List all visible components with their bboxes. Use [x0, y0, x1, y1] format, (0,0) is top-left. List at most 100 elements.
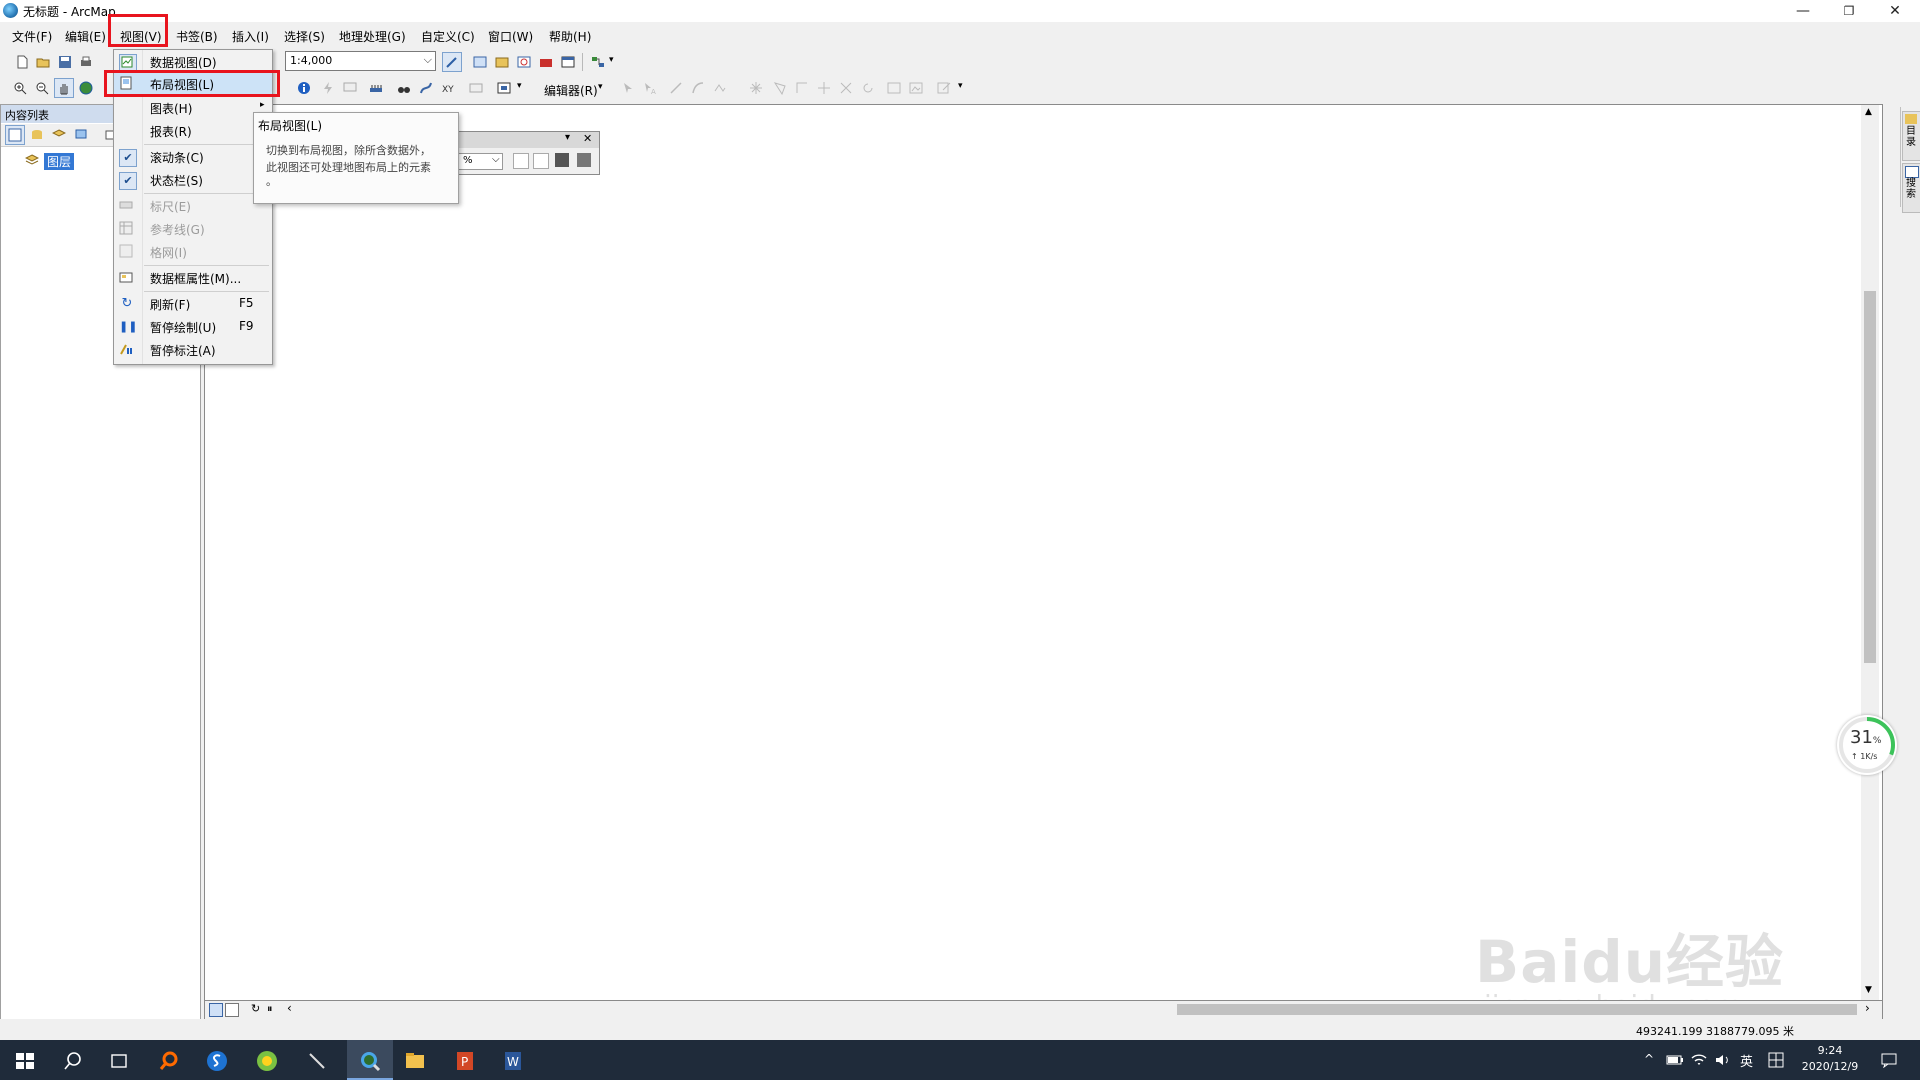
restore-button[interactable]: ❐	[1826, 0, 1872, 22]
measure-tool[interactable]	[366, 78, 386, 98]
python-window-button[interactable]	[558, 52, 578, 72]
list-by-selection-button[interactable]	[71, 125, 91, 145]
close-button[interactable]: ✕	[1872, 0, 1918, 22]
end-point-arc-tool[interactable]	[688, 78, 708, 98]
ime-indicator[interactable]: 英	[1740, 1051, 1753, 1070]
new-document-button[interactable]	[12, 52, 32, 72]
menu-item-refresh[interactable]: ↻ 刷新(F) F5	[114, 293, 272, 315]
create-features-button[interactable]	[934, 78, 954, 98]
network-speed-widget[interactable]: 31% ↑ 1K/s	[1837, 715, 1897, 775]
map-display[interactable]: ▲ ▼ 31% ↑ 1K/s Baidu经验 jingyan.baidu.com	[204, 104, 1897, 1022]
map-scale-combobox[interactable]: 1:4,000 ⌵	[285, 51, 436, 71]
reshape-tool[interactable]	[792, 78, 812, 98]
straight-segment-tool[interactable]	[666, 78, 686, 98]
wifi-icon[interactable]	[1690, 1052, 1708, 1068]
sketch-properties-button[interactable]	[906, 78, 926, 98]
menu-selection[interactable]: 选择(S)	[284, 28, 325, 45]
arctoolbox-button[interactable]	[536, 52, 556, 72]
editor-dropdown-arrow[interactable]: ▾	[598, 82, 603, 92]
toggle-draft-mode-button[interactable]	[555, 153, 569, 167]
menu-item-pause-labeling[interactable]: 暂停标注(A)	[114, 339, 272, 361]
menu-customize[interactable]: 自定义(C)	[421, 28, 475, 45]
close-icon[interactable]: ✕	[583, 132, 592, 145]
editor-toolbar-button[interactable]	[442, 52, 462, 72]
search-app-icon[interactable]	[158, 1050, 180, 1072]
menu-item-status-bar[interactable]: ✔ 状态栏(S)	[114, 169, 272, 191]
menu-help[interactable]: 帮助(H)	[549, 28, 591, 45]
menu-insert[interactable]: 插入(I)	[232, 28, 269, 45]
create-viewer-window-button[interactable]	[494, 78, 514, 98]
scroll-right-arrow[interactable]: ›	[1865, 1001, 1870, 1015]
menu-file[interactable]: 文件(F)	[12, 28, 52, 45]
point-tool[interactable]	[746, 78, 766, 98]
menu-edit[interactable]: 编辑(E)	[65, 28, 106, 45]
scroll-left-arrow[interactable]: ‹	[287, 1001, 292, 1015]
print-button[interactable]	[76, 52, 96, 72]
vertical-scroll-thumb[interactable]	[1864, 291, 1876, 663]
find-route-tool[interactable]	[416, 78, 436, 98]
toolbar-options-arrow[interactable]: ▾	[609, 55, 614, 65]
vertical-scrollbar[interactable]: ▲ ▼	[1861, 105, 1879, 1001]
menu-bookmarks[interactable]: 书签(B)	[176, 28, 218, 45]
menu-item-reports[interactable]: 报表(R) ▸	[114, 120, 272, 142]
change-layout-button[interactable]	[577, 153, 591, 167]
menu-item-grid[interactable]: 格网(I)	[114, 241, 272, 263]
save-button[interactable]	[55, 52, 75, 72]
data-view-toggle-button[interactable]	[209, 1003, 223, 1017]
identify-tool[interactable]	[294, 78, 314, 98]
list-by-drawing-order-button[interactable]	[5, 125, 25, 145]
ime-mode-grid-icon[interactable]	[1768, 1052, 1784, 1068]
edit-annotation-tool[interactable]: A	[640, 78, 660, 98]
editor-menu[interactable]: 编辑器(R)	[544, 82, 598, 99]
layers-data-frame[interactable]: 图层	[44, 153, 75, 170]
full-extent-button[interactable]	[76, 78, 96, 98]
menu-item-rulers[interactable]: 标尺(E)	[114, 195, 272, 217]
attributes-button[interactable]	[884, 78, 904, 98]
edit-vertices-tool[interactable]	[770, 78, 790, 98]
file-explorer-icon[interactable]	[404, 1050, 426, 1072]
chevron-down-icon[interactable]: ▾	[565, 132, 570, 143]
go-to-xy-tool[interactable]: XY	[438, 78, 458, 98]
scroll-up-arrow[interactable]: ▲	[1865, 107, 1872, 117]
menu-windows[interactable]: 窗口(W)	[488, 28, 533, 45]
refresh-icon[interactable]: ↻	[251, 1002, 260, 1015]
cut-polygons-tool[interactable]	[814, 78, 834, 98]
search-dock-tab[interactable]: 搜索	[1902, 163, 1920, 213]
zoom-out-tool[interactable]	[32, 78, 52, 98]
menu-item-scrollbars[interactable]: ✔ 滚动条(C)	[114, 146, 272, 168]
edit-tool[interactable]	[618, 78, 638, 98]
split-tool[interactable]	[836, 78, 856, 98]
task-view-icon[interactable]	[108, 1050, 130, 1072]
pan-tool[interactable]	[54, 78, 74, 98]
browser-app-icon[interactable]	[256, 1050, 278, 1072]
toolbar-options-arrow[interactable]: ▾	[958, 81, 963, 91]
table-of-contents-button[interactable]	[470, 52, 490, 72]
word-icon[interactable]: W	[502, 1050, 524, 1072]
minimize-button[interactable]: —	[1780, 0, 1826, 22]
scroll-down-arrow[interactable]: ▼	[1865, 985, 1872, 995]
zoom-in-tool[interactable]	[10, 78, 30, 98]
volume-icon[interactable]	[1714, 1052, 1732, 1068]
zoom-100-button[interactable]	[533, 153, 549, 169]
open-button[interactable]	[33, 52, 53, 72]
catalog-dock-tab[interactable]: 目录	[1902, 111, 1920, 161]
html-popup-tool[interactable]	[340, 78, 360, 98]
layout-view-toggle-button[interactable]	[225, 1003, 239, 1017]
powerpoint-icon[interactable]: P	[454, 1050, 476, 1072]
find-tool[interactable]	[394, 78, 414, 98]
zoom-whole-page-button[interactable]	[513, 153, 529, 169]
menu-item-graphs[interactable]: 图表(H) ▸	[114, 97, 272, 119]
taskbar-arcmap-active[interactable]	[347, 1040, 393, 1080]
windows-start-icon[interactable]	[14, 1050, 36, 1072]
hyperlink-tool[interactable]	[318, 78, 338, 98]
tray-clock[interactable]: 9:24 2020/12/9	[1800, 1044, 1860, 1073]
horizontal-scroll-thumb[interactable]	[1177, 1004, 1857, 1015]
pause-drawing-icon[interactable]: ⏸	[267, 1002, 273, 1016]
pen-app-icon[interactable]	[306, 1050, 328, 1072]
search-icon[interactable]	[62, 1050, 84, 1072]
trace-tool[interactable]	[710, 78, 730, 98]
time-slider-button[interactable]	[466, 78, 486, 98]
model-builder-button[interactable]	[588, 52, 608, 72]
search-window-button[interactable]	[514, 52, 534, 72]
list-by-visibility-button[interactable]	[49, 125, 69, 145]
